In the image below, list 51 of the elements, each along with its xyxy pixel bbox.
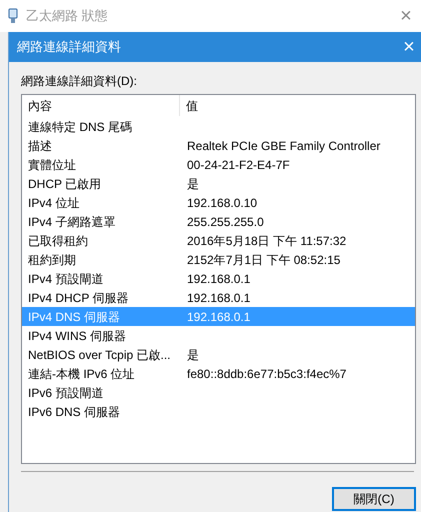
list-row[interactable]: IPv4 位址 192.168.0.10	[22, 193, 415, 212]
value-cell-text: 2152年7月1日 下午 08:52:15	[186, 252, 340, 268]
close-button[interactable]: 關閉(C)	[332, 487, 416, 511]
value-cell-text: 2016年5月18日 下午 11:57:32	[186, 232, 346, 250]
list-row[interactable]: 實體位址 00-24-21-F2-E4-7F	[22, 155, 415, 174]
list-row[interactable]: NetBIOS over Tcpip 已啟... 是	[22, 345, 415, 364]
column-header[interactable]: 值	[180, 95, 415, 116]
value-cell-text: 192.168.0.1	[186, 308, 250, 326]
list-row[interactable]: DHCP 已啟用 是	[22, 174, 415, 193]
list-row[interactable]: 描述 Realtek PCIe GBE Family Controller	[22, 136, 415, 155]
value-cell-text: Realtek PCIe GBE Family Controller	[186, 138, 380, 154]
value-cell-text: 255.255.255.0	[186, 214, 264, 230]
property-cell-text: IPv4 位址	[27, 194, 80, 212]
value-cell-text: 是	[186, 346, 199, 364]
list-row[interactable]: 連線特定 DNS 尾碼	[22, 117, 415, 136]
list-row[interactable]: IPv4 預設閘道 192.168.0.1	[22, 269, 415, 288]
property-cell-text: 連線特定 DNS 尾碼	[27, 118, 134, 136]
property-cell-text: IPv4 DNS 伺服器	[27, 308, 122, 326]
property-cell-text: 已取得租約	[27, 232, 89, 250]
close-button[interactable]: ×	[397, 33, 421, 61]
list-label: 網路連線詳細資料(D):	[21, 73, 138, 90]
list-row[interactable]: IPv6 DNS 伺服器	[22, 402, 415, 421]
property-cell-text: IPv4 WINS 伺服器	[27, 328, 128, 344]
list-row[interactable]: IPv4 DHCP 伺服器 192.168.0.1	[22, 288, 415, 307]
property-cell-text: 連結-本機 IPv6 位址	[27, 366, 136, 382]
value-cell-text: 192.168.0.1	[186, 270, 250, 288]
list-row[interactable]: 已取得租約 2016年5月18日 下午 11:57:32	[22, 231, 415, 250]
property-cell-text: IPv6 DNS 伺服器	[27, 404, 122, 420]
property-cell-text: DHCP 已啟用	[27, 176, 102, 192]
property-cell-text: IPv4 子網路遮罩	[27, 214, 116, 230]
value-cell-text: 192.168.0.10	[186, 194, 258, 212]
property-cell-text: 實體位址	[27, 156, 77, 174]
property-cell-text: IPv4 預設閘道	[27, 270, 104, 288]
value-cell-text: fe80::8ddb:6e77:b5c3:f4ec%7	[186, 366, 346, 382]
property-cell-text: NetBIOS over Tcpip 已啟...	[27, 346, 172, 364]
property-cell-text: IPv4 DHCP 伺服器	[27, 290, 130, 306]
network-adapter-icon	[8, 8, 18, 24]
dialog-title: 網路連線詳細資料	[17, 38, 121, 56]
column-header[interactable]: 內容	[22, 95, 180, 116]
property-cell-text: 租約到期	[27, 252, 77, 268]
list-row[interactable]: IPv6 預設閘道	[22, 383, 415, 402]
property-cell-text: IPv6 預設閘道	[27, 384, 104, 402]
list-row[interactable]: 租約到期 2152年7月1日 下午 08:52:15	[22, 250, 415, 269]
window-title: 乙太網路 狀態	[26, 7, 108, 26]
property-cell-text: 描述	[27, 138, 53, 154]
value-cell-text: 是	[186, 176, 199, 192]
list-row[interactable]: 連結-本機 IPv6 位址 fe80::8ddb:6e77:b5c3:f4ec%7	[22, 364, 415, 383]
value-cell-text: 00-24-21-F2-E4-7F	[186, 156, 290, 174]
list-row[interactable]: IPv4 WINS 伺服器	[22, 326, 415, 345]
value-cell-text: 192.168.0.1	[186, 290, 250, 306]
list-row[interactable]: IPv4 子網路遮罩 255.255.255.0	[22, 212, 415, 231]
